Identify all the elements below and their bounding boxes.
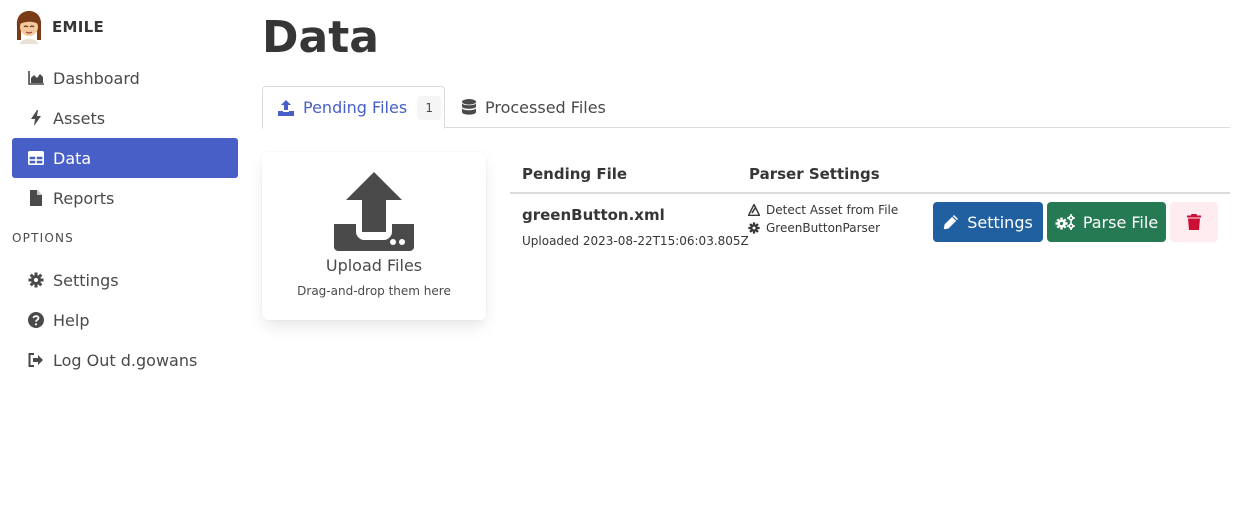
header-pending-file: Pending File — [522, 165, 628, 183]
sidebar-item-settings[interactable]: Settings — [12, 260, 238, 300]
sidebar-item-label: Reports — [53, 188, 115, 208]
sidebar-item-reports[interactable]: Reports — [12, 178, 238, 218]
header-parser-settings: Parser Settings — [749, 165, 880, 183]
sidebar-item-data[interactable]: Data — [12, 138, 238, 178]
upload-files-icon — [332, 170, 416, 256]
tabs: Pending Files 1 Processed Files — [262, 86, 1230, 129]
app-name: EMILE — [52, 18, 105, 36]
sidebar-item-label: Assets — [53, 108, 106, 128]
parser-setting-parser: GreenButtonParser — [748, 221, 880, 235]
file-icon — [28, 190, 44, 206]
upload-dropzone[interactable]: Upload Files Drag-and-drop them here — [262, 152, 486, 320]
parse-file-button[interactable]: Parse File — [1047, 202, 1166, 242]
upload-subtitle: Drag-and-drop them here — [297, 284, 451, 298]
gear-icon — [28, 272, 44, 288]
pencil-icon — [943, 214, 959, 230]
parser-setting-detect-asset: Detect Asset from File — [748, 203, 898, 217]
brand[interactable]: EMILE — [14, 10, 104, 44]
sidebar-item-label: Dashboard — [53, 68, 140, 88]
main-menu: Dashboard Assets Data Reports — [12, 58, 238, 218]
sidebar-item-label: Help — [53, 310, 90, 330]
file-name: greenButton.xml — [522, 206, 665, 224]
sidebar-item-label: Log Out d.gowans — [53, 350, 198, 370]
settings-button[interactable]: Settings — [933, 202, 1043, 242]
table-icon — [28, 150, 44, 166]
sign-out-icon — [28, 352, 44, 368]
auto-detect-icon — [748, 204, 760, 216]
options-menu: Settings Help Log Out d.gowans — [12, 260, 238, 380]
settings-button-label: Settings — [967, 212, 1033, 232]
tab-label: Processed Files — [485, 97, 606, 117]
sidebar-item-label: Data — [53, 148, 92, 168]
sidebar: EMILE Dashboard Assets Data Reports OPTI… — [0, 0, 250, 511]
avatar-icon — [14, 10, 44, 44]
question-circle-icon — [28, 312, 44, 328]
cogs-icon — [1055, 214, 1075, 230]
sidebar-item-label: Settings — [53, 270, 119, 290]
chart-area-icon — [28, 70, 44, 86]
pending-count-badge: 1 — [417, 95, 442, 120]
trash-icon — [1187, 214, 1201, 230]
options-label: OPTIONS — [12, 231, 74, 245]
parser-setting-label: Detect Asset from File — [766, 203, 899, 217]
sidebar-item-help[interactable]: Help — [12, 300, 238, 340]
page-title: Data — [262, 12, 379, 63]
parse-file-button-label: Parse File — [1082, 212, 1159, 232]
upload-title: Upload Files — [325, 256, 423, 275]
tab-label: Pending Files — [303, 98, 408, 117]
tab-pending-files[interactable]: Pending Files 1 — [262, 86, 445, 129]
bolt-icon — [28, 110, 44, 126]
sidebar-item-logout[interactable]: Log Out d.gowans — [12, 340, 238, 380]
upload-icon — [278, 99, 294, 116]
sidebar-item-dashboard[interactable]: Dashboard — [12, 58, 238, 98]
database-icon — [462, 99, 476, 115]
tab-processed-files[interactable]: Processed Files — [462, 86, 606, 128]
file-uploaded-date: Uploaded 2023-08-22T15:06:03.805Z — [522, 234, 749, 248]
sidebar-item-assets[interactable]: Assets — [12, 98, 238, 138]
table-header-divider — [510, 192, 1230, 194]
delete-button[interactable] — [1170, 202, 1218, 242]
gear-icon — [748, 222, 760, 234]
parser-setting-label: GreenButtonParser — [766, 221, 881, 235]
